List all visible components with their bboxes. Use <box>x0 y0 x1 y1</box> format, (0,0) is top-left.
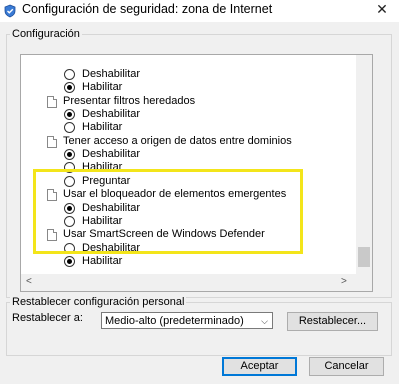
setting-icon <box>47 96 57 108</box>
radio-label[interactable]: Deshabilitar <box>82 108 140 121</box>
reset-group-label: Restablecer configuración personal <box>10 296 187 309</box>
radio-label[interactable]: Habilitar <box>82 121 122 134</box>
radio-button[interactable] <box>64 216 75 227</box>
settings-group-label: Configuración <box>10 28 82 41</box>
radio-button[interactable] <box>64 69 75 80</box>
setting-label: Tener acceso a origen de datos entre dom… <box>63 135 292 147</box>
security-level-value: Medio-alto (predeterminado) <box>105 315 244 327</box>
radio-button[interactable] <box>64 162 75 173</box>
cancel-button[interactable]: Cancelar <box>309 357 384 376</box>
radio-button[interactable] <box>64 109 75 120</box>
radio-label[interactable]: Preguntar <box>82 175 130 188</box>
radio-label[interactable]: Deshabilitar <box>82 148 140 161</box>
chevron-down-icon: ⌵ <box>261 316 268 326</box>
title-bar: Configuración de seguridad: zona de Inte… <box>0 0 399 22</box>
vertical-scroll-thumb[interactable] <box>358 247 370 267</box>
reset-to-label: Restablecer a: <box>12 312 83 324</box>
radio-button[interactable] <box>64 82 75 93</box>
radio-label[interactable]: Deshabilitar <box>82 202 140 215</box>
settings-list[interactable]: Deshabilitar Habilitar Presentar filtros h… <box>20 54 373 292</box>
radio-label[interactable]: Habilitar <box>82 255 122 268</box>
reset-button[interactable]: Restablecer... <box>287 312 378 331</box>
setting-icon <box>47 189 57 201</box>
radio-label[interactable]: Habilitar <box>82 215 122 228</box>
scroll-right-arrow[interactable]: > <box>341 275 347 289</box>
setting-label: Usar el bloqueador de elementos emergent… <box>63 188 287 200</box>
radio-label[interactable]: Deshabilitar <box>82 242 140 255</box>
radio-label[interactable]: Deshabilitar <box>82 68 140 81</box>
setting-icon <box>47 136 57 148</box>
dialog-body: Configuración Deshabilitar Habilitar Prese… <box>0 22 399 384</box>
radio-button[interactable] <box>64 243 75 254</box>
horizontal-scrollbar[interactable]: < > <box>21 274 372 291</box>
shield-icon <box>4 4 16 18</box>
radio-label[interactable]: Habilitar <box>82 161 122 174</box>
close-button[interactable]: ✕ <box>365 0 399 20</box>
setting-label: Usar SmartScreen de Windows Defender <box>63 228 265 240</box>
radio-button[interactable] <box>64 203 75 214</box>
ok-button[interactable]: Aceptar <box>222 357 297 376</box>
radio-button[interactable] <box>64 149 75 160</box>
close-icon: ✕ <box>376 1 388 17</box>
radio-button[interactable] <box>64 176 75 187</box>
radio-button[interactable] <box>64 122 75 133</box>
window-title: Configuración de seguridad: zona de Inte… <box>22 2 273 16</box>
scroll-left-arrow[interactable]: < <box>26 275 32 289</box>
security-level-select[interactable]: Medio-alto (predeterminado) ⌵ <box>101 312 273 329</box>
radio-label[interactable]: Habilitar <box>82 81 122 94</box>
setting-icon <box>47 229 57 241</box>
setting-label: Presentar filtros heredados <box>63 95 196 107</box>
vertical-scrollbar[interactable] <box>356 55 372 274</box>
radio-button[interactable] <box>64 256 75 267</box>
